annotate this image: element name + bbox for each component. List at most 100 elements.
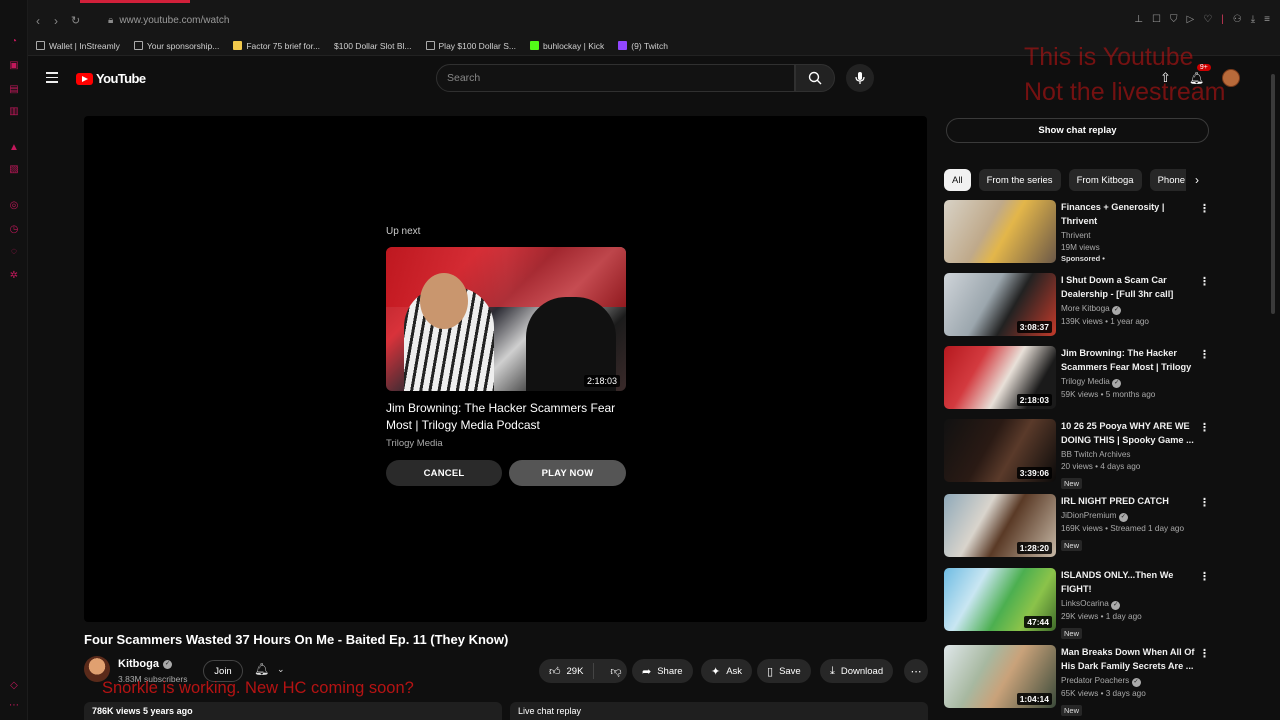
more-vert-icon[interactable]: ⋮ — [1199, 275, 1210, 288]
twitch-side-icon[interactable]: ▧ — [8, 164, 20, 176]
more-vert-icon[interactable]: ⋮ — [1199, 202, 1210, 215]
show-chat-replay-button[interactable]: Show chat replay — [946, 118, 1209, 143]
more-actions-button[interactable]: ⋯ — [904, 659, 928, 683]
back-icon[interactable]: ‹ — [36, 14, 40, 28]
youtube-logo[interactable]: YouTube — [76, 71, 146, 86]
save-button[interactable]: ▯ Save — [757, 659, 811, 683]
upload-icon[interactable]: ⇧ — [1160, 70, 1171, 86]
thumbs-up-icon: 👍︎ — [549, 665, 561, 678]
bookmark-icon[interactable]: ☐ — [1152, 14, 1161, 26]
verified-icon: ✓ — [162, 659, 172, 669]
bookmark-item[interactable]: $100 Dollar Slot Bl... — [334, 41, 411, 51]
recommendation-thumbnail[interactable]: 47:44 — [944, 568, 1056, 631]
reload-icon[interactable]: ↻ — [71, 14, 80, 27]
recommendation-thumbnail[interactable]: 3:08:37 — [944, 273, 1056, 336]
shield-icon[interactable]: ⛉ — [1170, 14, 1178, 26]
notifications-bell-icon[interactable]: 🔔︎ 9+ — [1189, 64, 1211, 87]
page-scrollbar[interactable] — [1270, 60, 1276, 720]
browser-toolbar: ‹ › ↻ 🔒︎ www.youtube.com/watch ⊥ ☐ ⛉ ▷ ♡ … — [28, 0, 1280, 36]
recommendation-thumbnail[interactable]: 1:04:14 — [944, 645, 1056, 708]
more-vert-icon[interactable]: ⋮ — [1199, 570, 1210, 583]
twitch-icon — [618, 41, 628, 50]
recommendation-item[interactable]: 3:08:37 I Shut Down a Scam Car Dealershi… — [944, 273, 1212, 341]
pin-icon[interactable]: ⊥ — [1134, 14, 1143, 26]
channel-name[interactable]: Kitboga ✓ — [118, 658, 172, 670]
bookmark-item[interactable]: Play $100 Dollar S... — [425, 41, 516, 51]
voice-search-button[interactable] — [846, 64, 874, 92]
bookmark-item[interactable]: Factor 75 brief for... — [233, 41, 320, 51]
like-dislike-group: 👍︎ 29K 👎︎ — [539, 659, 627, 683]
profile-icon[interactable]: ⚇ — [1233, 14, 1242, 26]
more-icon[interactable]: ⋯ — [8, 700, 20, 712]
hamburger-menu-icon[interactable] — [46, 72, 58, 86]
yellow-doc-icon — [233, 41, 243, 50]
youtube-header: YouTube Search ⇧ 🔔︎ 9+ — [28, 56, 1280, 100]
arc-icon[interactable]: ▲ — [8, 142, 20, 154]
heart-icon[interactable]: ♡ — [1203, 14, 1212, 26]
ask-button[interactable]: ✦ Ask — [701, 659, 753, 683]
page-icon — [133, 41, 143, 50]
microphone-icon — [855, 72, 865, 84]
chevron-down-icon[interactable]: ⌄ — [277, 664, 285, 675]
scrollbar-thumb[interactable] — [1271, 74, 1275, 314]
cancel-button[interactable]: CANCEL — [386, 460, 502, 486]
recommendation-item[interactable]: 47:44 ISLANDS ONLY...Then We FIGHT! Link… — [944, 568, 1212, 639]
recommendation-thumbnail[interactable] — [944, 200, 1056, 263]
like-button[interactable]: 👍︎ 29K — [539, 663, 595, 679]
more-vert-icon[interactable]: ⋮ — [1199, 348, 1210, 361]
verified-icon: ✓ — [1112, 379, 1122, 388]
search-icon — [808, 71, 822, 85]
wallet-icon[interactable]: ▥ — [8, 106, 20, 118]
recommendation-item[interactable]: Finances + Generosity | Thrivent Thriven… — [944, 200, 1212, 268]
download-button[interactable]: ⤓ Download — [820, 659, 894, 683]
more-vert-icon[interactable]: ⋮ — [1199, 496, 1210, 509]
bookmark-item[interactable]: Wallet | InStreamly — [36, 41, 120, 51]
recommendation-item[interactable]: 3:39:06 10 26 25 Pooya WHY ARE WE DOING … — [944, 419, 1212, 489]
subscription-bell-icon[interactable]: 🔔︎ — [254, 662, 269, 676]
recommendation-thumbnail[interactable]: 2:18:03 — [944, 346, 1056, 409]
description-box[interactable]: 786K views 5 years ago — [84, 702, 502, 720]
dislike-button[interactable]: 👎︎ — [600, 665, 631, 678]
more-vert-icon[interactable]: ⋮ — [1199, 421, 1210, 434]
kick-icon — [530, 41, 539, 50]
recommendation-item[interactable]: 1:04:14 Man Breaks Down When All Of His … — [944, 645, 1212, 716]
notification-badge: 9+ — [1196, 64, 1211, 71]
history-icon[interactable]: ◔ — [8, 36, 20, 48]
gift-icon[interactable]: ▤ — [8, 84, 20, 96]
verified-icon: ✓ — [1111, 306, 1121, 315]
clock-icon[interactable]: ◷ — [8, 224, 20, 236]
address-bar[interactable]: 🔒︎ www.youtube.com/watch — [108, 15, 229, 26]
circle-icon[interactable]: ◎ — [8, 200, 20, 212]
chip-from-the-series[interactable]: From the series — [978, 169, 1061, 191]
up-next-thumbnail[interactable]: 2:18:03 — [386, 247, 626, 391]
up-next-title[interactable]: Jim Browning: The Hacker Scammers Fear M… — [386, 400, 631, 434]
chip-all[interactable]: All — [944, 169, 971, 191]
share-button[interactable]: ➦ Share — [632, 659, 693, 683]
recommendation-thumbnail[interactable]: 3:39:06 — [944, 419, 1056, 482]
recommendation-thumbnail[interactable]: 1:28:20 — [944, 494, 1056, 557]
chip-from-kitboga[interactable]: From Kitboga — [1068, 169, 1142, 191]
download-icon[interactable]: ⤓ — [1251, 14, 1255, 26]
live-chat-replay-box[interactable]: Live chat replay — [510, 702, 928, 720]
play-icon[interactable]: ▷ — [1186, 14, 1194, 26]
menu-icon[interactable]: ≡ — [1264, 14, 1270, 26]
lightbulb-icon[interactable]: ◌ — [8, 246, 20, 258]
bookmark-item[interactable]: buhlockay | Kick — [530, 41, 604, 51]
extensions-icon[interactable]: ◇ — [8, 680, 20, 692]
more-vert-icon[interactable]: ⋮ — [1199, 647, 1210, 660]
lock-icon: 🔒︎ — [108, 15, 114, 26]
settings-icon[interactable]: ✲ — [8, 270, 20, 282]
recommendation-item[interactable]: 1:28:20 IRL NIGHT PRED CATCH JiDionPremi… — [944, 494, 1212, 562]
search-button[interactable] — [795, 64, 835, 92]
bookmark-item[interactable]: (9) Twitch — [618, 41, 668, 51]
search-input[interactable]: Search — [436, 64, 795, 92]
chips-next-arrow-icon[interactable]: › — [1186, 169, 1208, 191]
play-now-button[interactable]: PLAY NOW — [509, 460, 626, 486]
forward-icon[interactable]: › — [54, 14, 58, 28]
stream-overlay-bottom-text: Snorkle is working. New HC coming soon? — [102, 679, 414, 697]
recommendation-item[interactable]: 2:18:03 Jim Browning: The Hacker Scammer… — [944, 346, 1212, 414]
active-tab-indicator — [80, 0, 190, 3]
account-avatar[interactable] — [1222, 69, 1241, 87]
bookmark-item[interactable]: Your sponsorship... — [133, 41, 219, 51]
bag-icon[interactable]: ▣ — [8, 60, 20, 72]
